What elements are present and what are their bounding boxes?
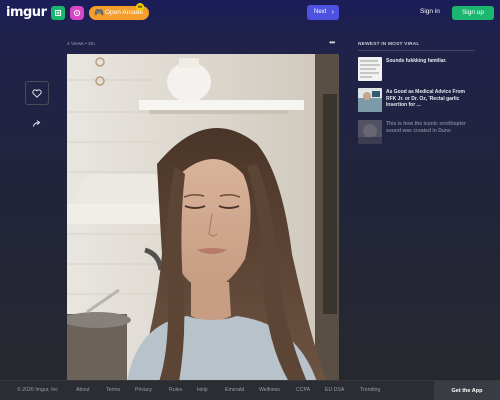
post-photo <box>67 54 339 382</box>
footer-link-emerald[interactable]: Emerald <box>225 387 244 393</box>
viral-post-title: This is how the iconic ornithopter sound… <box>386 121 467 134</box>
sidebar-divider <box>358 50 475 51</box>
heart-icon <box>32 88 42 98</box>
viral-thumbnail <box>358 120 382 144</box>
gamepad-icon: 🎮 <box>94 8 104 17</box>
gift-button[interactable] <box>70 6 84 20</box>
chevron-right-icon: › <box>331 9 334 16</box>
footer-link-ccpa[interactable]: CCPA <box>296 387 310 393</box>
footer-link-about[interactable]: About <box>76 387 90 393</box>
footer-link-privacy[interactable]: Privacy <box>135 387 152 393</box>
next-post-button[interactable]: Next › <box>307 5 339 20</box>
arcade-badge: 99 <box>136 3 144 11</box>
footer-link-wellness[interactable]: Wellness <box>259 387 280 393</box>
share-arrow-icon <box>33 119 41 127</box>
viral-post-item[interactable]: As Good as Medical Advice From RFK Jr. o… <box>357 88 475 114</box>
viral-post-item[interactable]: Sounds fukkking familiar. <box>357 57 475 83</box>
upload-icon <box>55 10 61 16</box>
sidebar-title: NEWEST IN MOST VIRAL <box>358 42 420 47</box>
viral-post-item[interactable]: This is how the iconic ornithopter sound… <box>357 120 475 146</box>
top-nav: imgur 🎮 Open Arcade 99 Next › Sign in Si… <box>0 0 500 26</box>
imgur-logo[interactable]: imgur <box>6 5 47 20</box>
more-dots-icon[interactable]: ••• <box>329 38 335 47</box>
next-label: Next <box>314 9 327 15</box>
viral-thumbnail <box>358 57 382 81</box>
viral-post-title: Sounds fukkking familiar. <box>386 58 447 64</box>
gift-icon <box>73 9 81 17</box>
post-media[interactable] <box>67 54 339 382</box>
site-footer: © 2026 Imgur, Inc About Terms Privacy Ru… <box>0 380 500 400</box>
new-post-button[interactable] <box>51 6 65 20</box>
sign-in-link[interactable]: Sign in <box>420 8 440 15</box>
share-button[interactable] <box>30 116 44 130</box>
like-button[interactable] <box>25 81 49 105</box>
footer-link-help[interactable]: Help <box>197 387 208 393</box>
footer-link-trending[interactable]: Trending <box>360 387 380 393</box>
footer-link-terms[interactable]: Terms <box>106 387 120 393</box>
viral-post-title: As Good as Medical Advice From RFK Jr. o… <box>386 89 466 109</box>
copyright-text: © 2026 Imgur, Inc <box>17 387 59 393</box>
post-meta: 4 Views • 3m <box>67 42 95 47</box>
viral-thumbnail <box>358 88 382 112</box>
get-the-app-button[interactable]: Get the App <box>434 381 500 400</box>
footer-link-eu-dsa[interactable]: EU DSA <box>325 387 344 393</box>
footer-link-rules[interactable]: Rules <box>169 387 182 393</box>
sign-up-button[interactable]: Sign up <box>452 6 494 20</box>
